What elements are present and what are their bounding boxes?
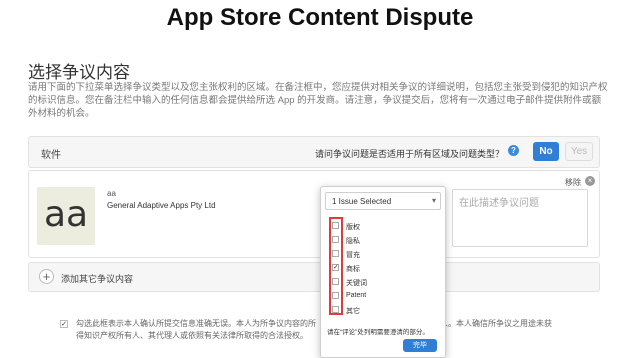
app-icon: aa bbox=[37, 187, 95, 245]
issue-option[interactable]: 冒充 bbox=[328, 248, 438, 262]
yes-button[interactable]: Yes bbox=[565, 142, 593, 161]
issue-select-value: 1 Issue Selected bbox=[332, 197, 392, 206]
app-developer: General Adaptive Apps Pty Ltd bbox=[107, 201, 216, 210]
issue-dropdown-popup: 1 Issue Selected ▾ 版权 隐私 冒充 ✓ 商标 关键词 Pate… bbox=[320, 186, 446, 358]
consent-text-left: 勾选此框表示本人确认所提交信息准确无误。本人为所争议内容的所 bbox=[76, 319, 316, 328]
option-checkbox[interactable] bbox=[332, 236, 339, 243]
option-label: 商标 bbox=[346, 266, 360, 273]
section-description: 请用下面的下拉菜单选择争议类型以及您主张权利的区域。在备注框中，您应提供对相关争… bbox=[28, 82, 608, 119]
section-title: 选择争议内容 bbox=[28, 63, 130, 82]
plus-icon[interactable]: + bbox=[39, 269, 54, 284]
remove-link[interactable]: 移除 bbox=[565, 177, 581, 188]
option-label: 冒充 bbox=[346, 252, 360, 259]
region-question: 请问争议问题是否适用于所有区域及问题类型？ bbox=[314, 149, 504, 159]
option-checkbox[interactable] bbox=[332, 222, 339, 229]
option-label: 关键词 bbox=[346, 280, 367, 287]
option-label: 其它 bbox=[346, 308, 360, 315]
consent-checkbox[interactable]: ✓ bbox=[60, 320, 68, 328]
option-checkbox[interactable] bbox=[332, 250, 339, 257]
close-icon[interactable]: × bbox=[585, 176, 595, 186]
issue-option[interactable]: 版权 bbox=[328, 220, 438, 234]
page-title: App Store Content Dispute bbox=[166, 4, 474, 31]
add-dispute-panel[interactable]: + 添加其它争议内容 bbox=[28, 262, 600, 292]
add-dispute-label[interactable]: 添加其它争议内容 bbox=[61, 272, 133, 285]
description-textarea[interactable]: 在此描述争议问题 bbox=[452, 189, 588, 247]
software-panel: 软件 请问争议问题是否适用于所有区域及问题类型？ ? No Yes bbox=[28, 136, 600, 168]
issue-option[interactable]: 关键词 bbox=[328, 276, 438, 290]
software-label: 软件 bbox=[41, 150, 61, 161]
option-checkbox[interactable] bbox=[332, 292, 339, 299]
option-label: Patent bbox=[346, 292, 367, 299]
option-label: 版权 bbox=[346, 224, 360, 231]
issue-option[interactable]: Patent bbox=[328, 290, 438, 304]
consent-text-line2: 得知识产权所有人、其代理人或依照有关法律所取得的合法授权。 bbox=[76, 331, 308, 340]
issue-select[interactable]: 1 Issue Selected ▾ bbox=[325, 192, 441, 210]
chevron-down-icon: ▾ bbox=[431, 196, 436, 205]
issue-option[interactable]: ✓ 商标 bbox=[328, 262, 438, 276]
issue-option[interactable]: 隐私 bbox=[328, 234, 438, 248]
app-name: aa bbox=[107, 189, 116, 198]
issue-options-list: 版权 隐私 冒充 ✓ 商标 关键词 Patent 其它 bbox=[328, 220, 438, 318]
help-icon[interactable]: ? bbox=[508, 145, 519, 156]
dropdown-note: 请在“评论”处列明需要澄清的部分。 bbox=[327, 329, 429, 336]
option-checkbox-checked[interactable]: ✓ bbox=[332, 264, 339, 271]
app-dispute-panel: aa aa General Adaptive Apps Pty Ltd 移除 ×… bbox=[28, 170, 600, 258]
done-button[interactable]: 完毕 bbox=[403, 339, 437, 352]
issue-option[interactable]: 其它 bbox=[328, 304, 438, 318]
option-label: 隐私 bbox=[346, 238, 360, 245]
no-button[interactable]: No bbox=[533, 142, 559, 161]
option-checkbox[interactable] bbox=[332, 278, 339, 285]
option-checkbox[interactable] bbox=[332, 306, 339, 313]
